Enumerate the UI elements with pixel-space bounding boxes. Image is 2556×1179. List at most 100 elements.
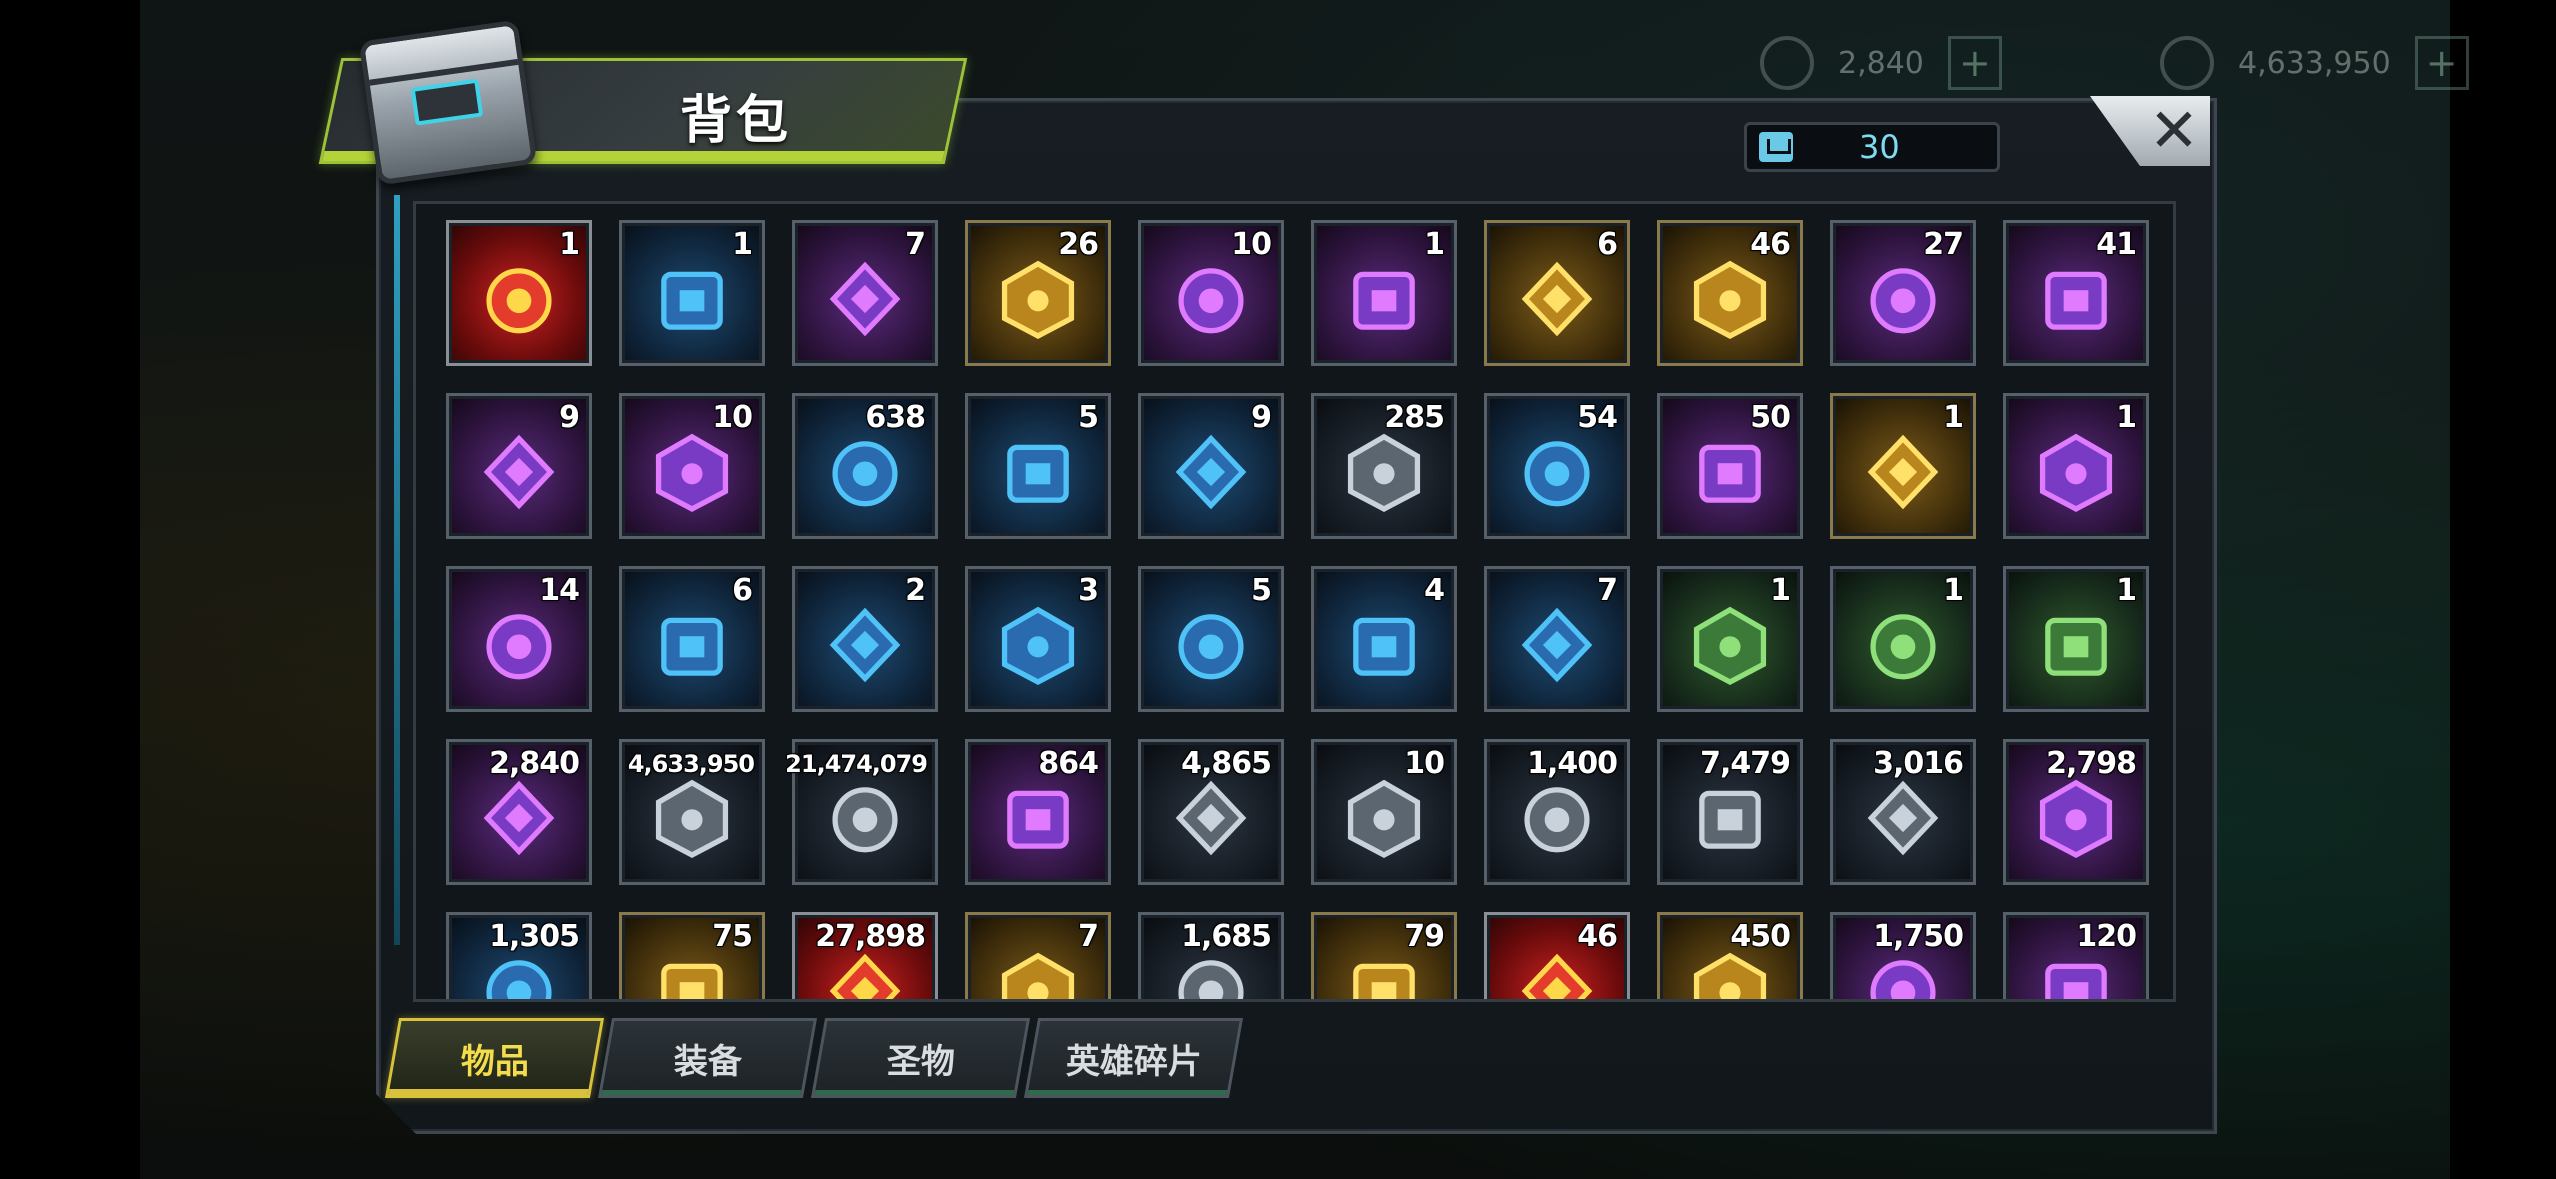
gold-count: 4,633,950 [2238,45,2391,81]
item-count: 285 [1384,400,1445,435]
capacity-value: 30 [1859,128,1900,166]
inventory-slot[interactable]: 21,474,079 [785,739,938,885]
item-count: 54 [1577,400,1618,435]
item-count: 6 [732,573,753,608]
category-tabs: 物品 装备 圣物 英雄碎片 [384,1018,1244,1098]
tab-1[interactable]: 装备 [597,1018,818,1098]
capacity-indicator: 30 [1744,122,2000,172]
inventory-slot[interactable]: 7 [1484,566,1630,712]
purple-shirt-blueprint-icon [486,613,552,679]
inventory-slot[interactable]: 638 [792,393,938,539]
item-count: 638 [865,400,926,435]
inventory-slot[interactable]: 1 [446,220,592,366]
item-count: 1 [1943,573,1964,608]
inventory-slot[interactable]: 6 [1484,220,1630,366]
inventory-slot[interactable]: 2,798 [2003,739,2149,885]
inventory-slot[interactable]: 2 [792,566,938,712]
puzzle-piece-icon [2039,779,2113,858]
inventory-slot[interactable]: 9 [446,393,592,539]
gold-24h-card-icon [1001,260,1075,339]
inventory-slot[interactable]: 3,016 [1830,739,1976,885]
inventory-slot[interactable]: 1 [1311,220,1457,366]
golden-skull-icon [1693,260,1767,339]
item-count: 9 [1251,400,1272,435]
inventory-slot[interactable]: 54 [1484,393,1630,539]
inventory-slot[interactable]: 6 [619,566,765,712]
inventory-slot[interactable]: 1 [1657,566,1803,712]
item-count: 450 [1730,919,1791,954]
inventory-slot[interactable]: 1,400 [1484,739,1630,885]
inventory-slot[interactable]: 14 [446,566,592,712]
inventory-slot[interactable]: 4 [1311,566,1457,712]
tab-label: 英雄碎片 [1065,1041,1202,1082]
inventory-slot[interactable]: 1 [1830,566,1976,712]
tab-0[interactable]: 物品 [384,1018,605,1098]
blue-revolver-blueprint-icon [661,617,723,676]
inventory-slot[interactable]: 27,898 [792,912,938,999]
item-count: 1 [1424,227,1445,262]
inventory-slot[interactable]: 5 [965,393,1111,539]
crystal-prism-icon [1699,790,1761,849]
inventory-slot[interactable]: 285 [1311,393,1457,539]
inventory-slot[interactable]: 1,750 [1830,912,1976,999]
inventory-slot[interactable]: 3 [965,566,1111,712]
item-count: 46 [1750,227,1791,262]
grid-accent-bar [394,195,400,945]
close-icon[interactable]: ✕ [2138,96,2210,166]
lips-candy-icon [1521,261,1593,336]
inventory-slot[interactable]: 75 [619,912,765,999]
item-count: 6 [1597,227,1618,262]
inventory-slot[interactable]: 46 [1484,912,1630,999]
inventory-slot[interactable]: 5 [1138,566,1284,712]
blue-swords-blueprint-icon [1001,606,1075,685]
window-title: 背包 [680,91,793,151]
item-count: 3,016 [1873,746,1964,781]
speed-12h-card-icon [1178,267,1244,333]
inventory-slot[interactable]: 1 [2003,566,2149,712]
tab-2[interactable]: 圣物 [810,1018,1031,1098]
inventory-slot[interactable]: 450 [1657,912,1803,999]
inventory-slot[interactable]: 27 [1830,220,1976,366]
inventory-slot[interactable]: 7,479 [1657,739,1803,885]
item-count: 2 [905,573,926,608]
crest-medal-icon [486,959,552,999]
add-gold-button[interactable]: + [2414,36,2469,90]
item-count: 41 [2096,227,2137,262]
tab-3[interactable]: 英雄碎片 [1023,1018,1244,1098]
inventory-slot[interactable]: 1 [619,220,765,366]
inventory-slot[interactable]: 1 [1830,393,1976,539]
inventory-slot[interactable]: 46 [1657,220,1803,366]
spade-chip-icon [483,434,555,509]
inventory-slot[interactable]: 41 [2003,220,2149,366]
inventory-slot[interactable]: 1,305 [446,912,592,999]
inventory-slot[interactable]: 4,633,950 [619,739,765,885]
inventory-slot[interactable]: 79 [1311,912,1457,999]
hud-gold: 4,633,950 + [2160,36,2469,90]
inventory-slot[interactable]: 1 [2003,393,2149,539]
green-shirt-blueprint-icon [2045,617,2107,676]
inventory-slot[interactable]: 1,685 [1138,912,1284,999]
inventory-slot[interactable]: 4,865 [1138,739,1284,885]
inventory-slot[interactable]: 7 [965,912,1111,999]
inventory-slot[interactable]: 864 [965,739,1111,885]
inventory-slot[interactable]: 2,840 [446,739,592,885]
item-count: 2,840 [489,746,580,781]
inventory-slot[interactable]: 9 [1138,393,1284,539]
green-accessory-blueprint-icon [1870,613,1936,679]
inventory-scroll-area[interactable]: 1 1 7 26 10 1 6 46 27 41 9 10 638 5 9 285 54 50 1 1 14 6 2 3 5 4 7… [413,201,2176,1002]
inventory-slot[interactable]: 10 [1311,739,1457,885]
red-network-token-icon [1347,779,1421,858]
inventory-slot[interactable]: 26 [965,220,1111,366]
inventory-slot[interactable]: 50 [1657,393,1803,539]
gem-currency-icon [1760,36,1814,90]
tab-label: 物品 [460,1041,529,1082]
microphone-icon [829,261,901,336]
inventory-slot[interactable]: 7 [792,220,938,366]
inventory-slot[interactable]: 10 [619,393,765,539]
gold-coins-icon [655,779,729,858]
inventory-slot[interactable]: 10 [1138,220,1284,366]
add-gems-button[interactable]: + [1947,36,2002,90]
bullet-icon [1524,440,1590,506]
pink-flower-icon [1178,959,1244,999]
inventory-slot[interactable]: 120 [2003,912,2149,999]
